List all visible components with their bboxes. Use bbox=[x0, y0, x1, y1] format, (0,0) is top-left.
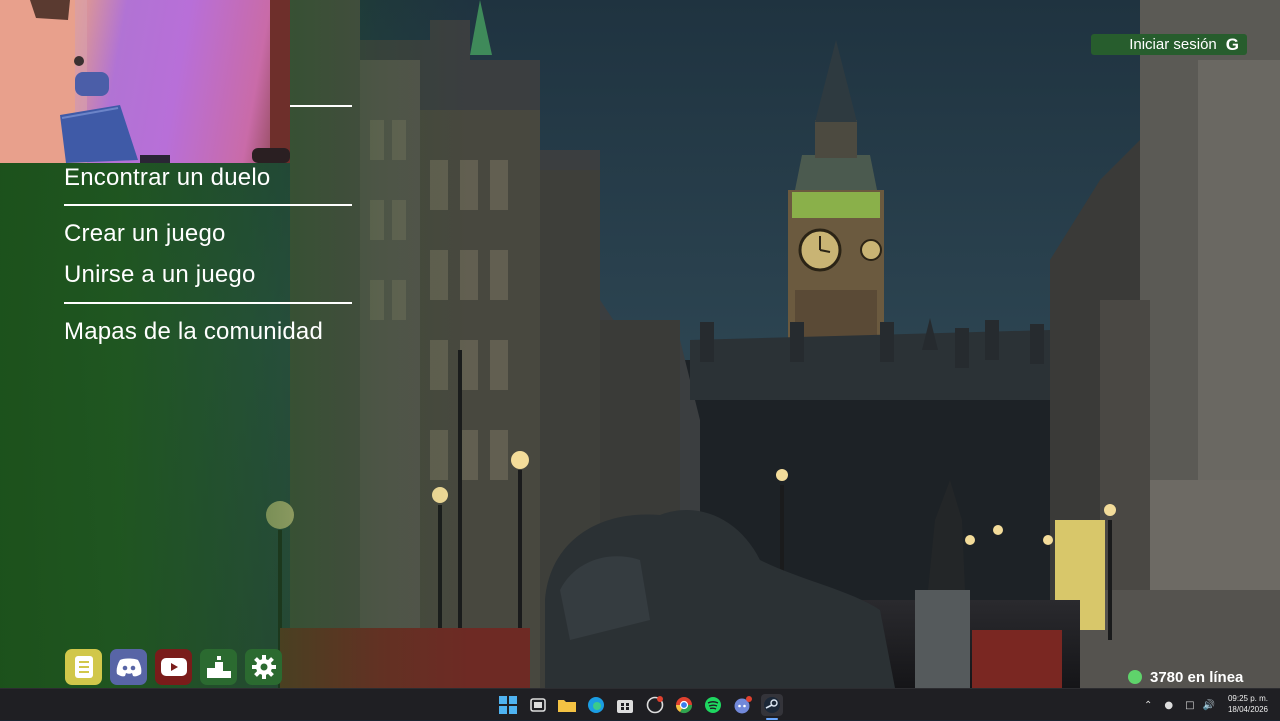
sign-in-button[interactable]: Iniciar sesión G bbox=[1091, 34, 1247, 55]
edge-icon[interactable] bbox=[585, 694, 607, 716]
github-desktop-icon[interactable] bbox=[644, 694, 666, 716]
find-duel-button[interactable]: Encontrar un duelo bbox=[64, 164, 270, 192]
online-count: 3780 en línea bbox=[1128, 668, 1243, 686]
windows-taskbar: ⌃ ● □ 🔊 09:25 p. m. 18/04/2026 bbox=[0, 688, 1280, 720]
system-tray: ⌃ ● □ 🔊 bbox=[1144, 689, 1215, 721]
podium-icon bbox=[206, 656, 231, 678]
task-view-icon[interactable] bbox=[527, 694, 549, 716]
network-icon[interactable]: □ bbox=[1185, 700, 1194, 711]
gear-icon bbox=[251, 655, 276, 679]
chevron-up-icon[interactable]: ⌃ bbox=[1144, 700, 1152, 711]
community-maps-button[interactable]: Mapas de la comunidad bbox=[64, 318, 323, 346]
menu-divider bbox=[290, 105, 352, 107]
clock-time: 09:25 p. m. bbox=[1227, 694, 1268, 703]
clock-date: 18/04/2026 bbox=[1227, 705, 1268, 714]
online-count-label: 3780 en línea bbox=[1150, 668, 1244, 686]
menu-divider bbox=[64, 204, 352, 206]
join-game-button[interactable]: Unirse a un juego bbox=[64, 261, 256, 289]
sign-in-label: Iniciar sesión bbox=[1129, 36, 1217, 53]
menu-divider bbox=[64, 302, 352, 304]
spotify-icon[interactable] bbox=[702, 694, 724, 716]
webcam-overlay bbox=[0, 0, 290, 163]
settings-button[interactable] bbox=[245, 649, 282, 685]
notebook-icon bbox=[74, 656, 93, 678]
volume-icon[interactable]: 🔊 bbox=[1203, 700, 1215, 711]
online-status-icon bbox=[1128, 670, 1142, 684]
steam-icon[interactable] bbox=[761, 694, 783, 716]
system-clock[interactable]: 09:25 p. m. 18/04/2026 bbox=[1228, 693, 1268, 715]
windows-start-icon[interactable] bbox=[497, 694, 519, 716]
leaderboard-button[interactable] bbox=[200, 649, 237, 685]
chrome-icon[interactable] bbox=[673, 694, 695, 716]
discord-taskbar-icon[interactable] bbox=[732, 694, 754, 716]
microphone-icon[interactable]: ● bbox=[1164, 700, 1173, 711]
webcam-feed bbox=[0, 0, 290, 163]
notebook-button[interactable] bbox=[65, 649, 102, 685]
create-game-button[interactable]: Crear un juego bbox=[64, 220, 226, 248]
discord-button[interactable] bbox=[110, 649, 147, 685]
file-explorer-icon[interactable] bbox=[556, 694, 578, 716]
youtube-icon bbox=[160, 658, 187, 676]
store-icon[interactable] bbox=[614, 694, 636, 716]
google-icon: G bbox=[1225, 34, 1239, 54]
youtube-button[interactable] bbox=[155, 649, 192, 685]
discord-icon bbox=[116, 658, 141, 677]
